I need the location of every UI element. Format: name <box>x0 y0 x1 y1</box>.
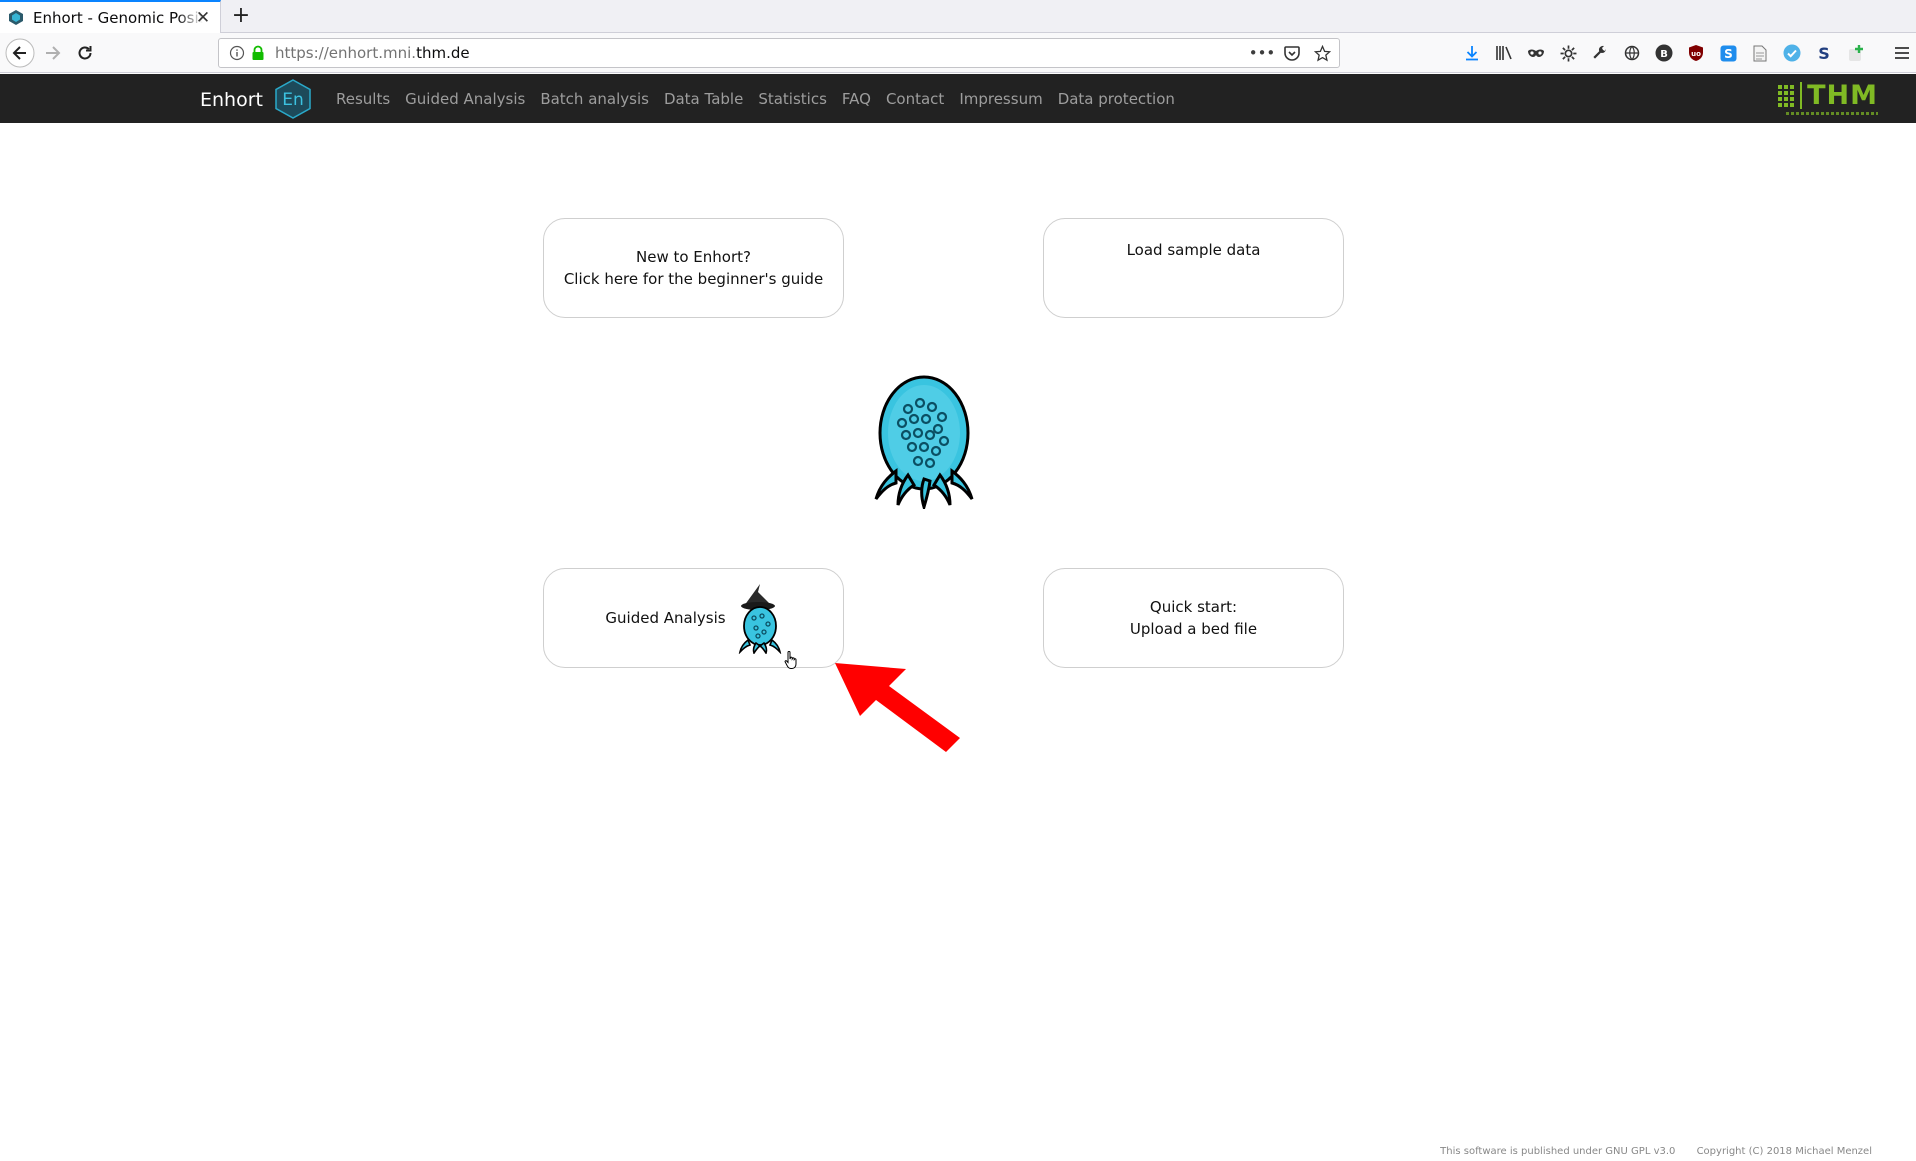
menu-guided-analysis[interactable]: Guided Analysis <box>405 90 525 108</box>
guided-analysis-label: Guided Analysis <box>605 609 726 627</box>
bookmark-star-icon[interactable] <box>1311 43 1333 63</box>
beginner-guide-line2: Click here for the beginner's guide <box>563 270 824 288</box>
menu-data-protection[interactable]: Data protection <box>1058 90 1175 108</box>
s-extension-icon[interactable]: S <box>1812 41 1836 65</box>
tab-title: Enhort - Genomic Position <box>33 8 203 27</box>
beginner-guide-line1: New to Enhort? <box>636 248 751 266</box>
main-menu: Results Guided Analysis Batch analysis D… <box>336 74 1175 123</box>
menu-batch-analysis[interactable]: Batch analysis <box>540 90 649 108</box>
favicon-icon <box>8 10 24 26</box>
load-sample-card[interactable]: Load sample data <box>1043 218 1344 318</box>
private-mask-icon[interactable] <box>1524 41 1548 65</box>
red-arrow-annotation-icon <box>835 663 960 752</box>
blue-extension-icon[interactable]: S <box>1716 41 1740 65</box>
site-header: Enhort En Results Guided Analysis Batch … <box>0 74 1916 123</box>
download-icon[interactable] <box>1460 41 1484 65</box>
url-bar[interactable]: https://enhort.mni.thm.de ••• <box>218 38 1340 68</box>
logo-text: En <box>282 90 304 110</box>
beginner-guide-card[interactable]: New to Enhort? Click here for the beginn… <box>543 218 844 318</box>
enhort-mascot-icon <box>874 375 974 509</box>
pocket-icon[interactable] <box>1281 43 1303 63</box>
hamburger-menu-icon[interactable] <box>1890 41 1914 65</box>
reload-button[interactable] <box>69 37 101 69</box>
svg-text:uo: uo <box>1691 50 1701 58</box>
globe-extension-icon[interactable] <box>1620 41 1644 65</box>
thm-dots-icon <box>1778 85 1795 107</box>
plus-extension-icon[interactable] <box>1844 41 1868 65</box>
document-icon[interactable] <box>1748 41 1772 65</box>
browser-tab[interactable]: Enhort - Genomic Position ✕ <box>0 0 221 33</box>
ublock-icon[interactable]: uo <box>1684 41 1708 65</box>
browser-nav-bar: https://enhort.mni.thm.de ••• B uo S S <box>0 33 1916 73</box>
info-icon[interactable] <box>229 45 245 61</box>
menu-faq[interactable]: FAQ <box>842 90 871 108</box>
guided-analysis-card[interactable]: Guided Analysis <box>543 568 844 668</box>
copyright-text: Copyright (C) 2018 Michael Menzel <box>1696 1146 1872 1157</box>
browser-tab-bar: Enhort - Genomic Position ✕ + <box>0 0 1916 33</box>
extension-round-icon[interactable]: B <box>1652 41 1676 65</box>
back-arrow-icon <box>5 38 35 68</box>
quick-start-line2: Upload a bed file <box>1129 620 1258 638</box>
svg-text:S: S <box>1724 47 1733 61</box>
brand-name[interactable]: Enhort <box>200 89 263 111</box>
menu-impressum[interactable]: Impressum <box>959 90 1042 108</box>
back-button[interactable] <box>4 37 36 69</box>
menu-statistics[interactable]: Statistics <box>758 90 827 108</box>
svg-text:B: B <box>1660 49 1668 60</box>
forward-arrow-icon <box>46 46 61 60</box>
page-actions-icon[interactable]: ••• <box>1249 43 1276 63</box>
menu-contact[interactable]: Contact <box>886 90 944 108</box>
menu-data-table[interactable]: Data Table <box>664 90 743 108</box>
wrench-icon[interactable] <box>1588 41 1612 65</box>
reload-icon <box>78 46 92 60</box>
wizard-mascot-icon <box>738 584 781 654</box>
license-text: This software is published under GNU GPL… <box>1440 1146 1676 1157</box>
svg-text:S: S <box>1818 44 1830 62</box>
thm-logo-text: THM <box>1800 82 1878 109</box>
menu-results[interactable]: Results <box>336 90 390 108</box>
check-extension-icon[interactable] <box>1780 41 1804 65</box>
lock-icon <box>252 45 264 60</box>
quick-start-card[interactable]: Quick start: Upload a bed file <box>1043 568 1344 668</box>
url-text[interactable]: https://enhort.mni.thm.de <box>275 44 470 62</box>
thm-logo[interactable]: THM <box>1778 82 1878 115</box>
load-sample-label: Load sample data <box>1126 241 1261 259</box>
forward-button[interactable] <box>37 37 69 69</box>
hand-cursor-icon <box>784 651 797 669</box>
new-tab-button[interactable]: + <box>228 3 254 29</box>
enhort-logo-icon[interactable]: En <box>273 79 313 119</box>
thm-subline <box>1786 112 1878 115</box>
tab-close-icon[interactable]: ✕ <box>194 9 212 27</box>
url-domain: thm.de <box>416 44 470 62</box>
footer: This software is published under GNU GPL… <box>1422 1146 1872 1157</box>
gear-extension-icon[interactable] <box>1556 41 1580 65</box>
library-icon[interactable] <box>1492 41 1516 65</box>
url-prefix: https://enhort.mni. <box>275 44 417 62</box>
quick-start-line1: Quick start: <box>1149 598 1238 616</box>
